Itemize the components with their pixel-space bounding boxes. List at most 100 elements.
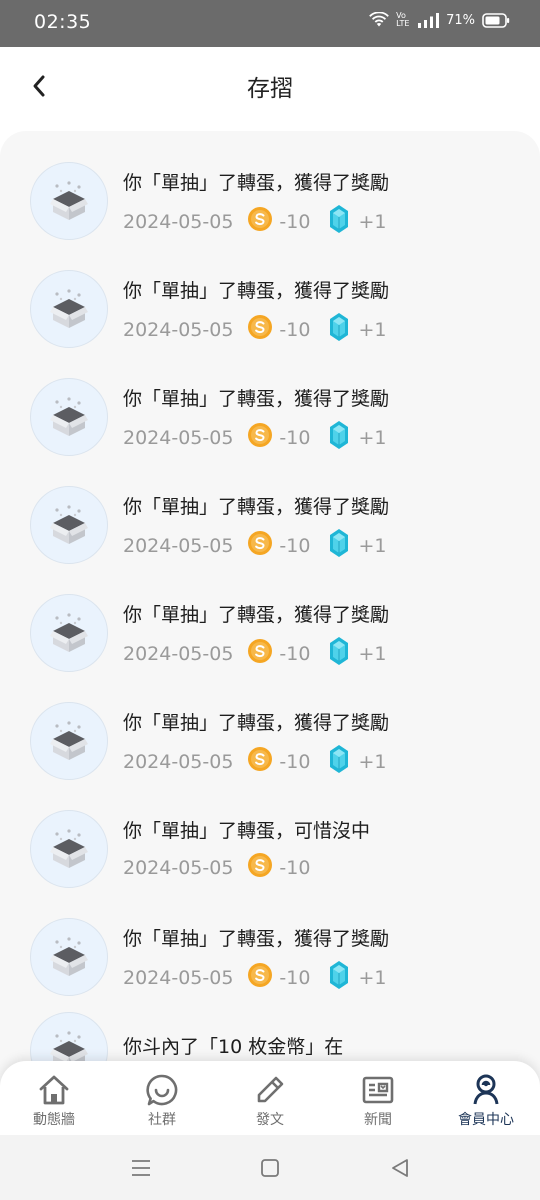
records-list[interactable]: 你「單抽」了轉蛋，獲得了獎勵 2024-05-05 -10 +1 你「單抽」了轉蛋，獲得…	[0, 131, 540, 1131]
home-nav-button[interactable]	[255, 1155, 285, 1181]
record-date: 2024-05-05	[123, 426, 234, 449]
record-item[interactable]: 你「單抽」了轉蛋，獲得了獎勵 2024-05-05 -10 +1	[0, 482, 540, 590]
record-coin-change: -10	[279, 642, 311, 665]
gem-icon	[328, 528, 350, 563]
record-item[interactable]: 你「單抽」了轉蛋，獲得了獎勵 2024-05-05 -10 +1	[0, 374, 540, 482]
status-time: 02:35	[34, 11, 92, 33]
coin-icon	[248, 423, 273, 447]
status-icons: VoLTE 71%	[369, 12, 510, 28]
record-avatar	[30, 810, 108, 888]
record-title: 你斗內了「10 枚金幣」在	[123, 1036, 344, 1058]
gem-icon	[330, 205, 349, 233]
square-icon	[261, 1159, 279, 1177]
record-title: 你「單抽」了轉蛋，獲得了獎勵	[123, 388, 390, 410]
record-avatar	[30, 486, 108, 564]
gem-icon	[328, 744, 350, 779]
gift-box-icon	[50, 289, 88, 328]
gem-icon	[328, 204, 350, 239]
record-avatar	[30, 378, 108, 456]
coin-icon	[248, 853, 273, 877]
gift-box-icon	[50, 505, 88, 544]
coin-icon	[247, 852, 273, 883]
home-icon	[37, 1073, 71, 1107]
record-item[interactable]: 你「單抽」了轉蛋，獲得了獎勵 2024-05-05 -10 +1	[0, 590, 540, 698]
record-coin-change: -10	[279, 856, 311, 879]
signal-icon	[417, 12, 440, 28]
record-gem-change: +1	[358, 318, 387, 341]
chat-icon	[145, 1073, 179, 1107]
gift-box-icon	[50, 397, 88, 436]
triangle-back-icon	[392, 1159, 408, 1177]
record-gem-change: +1	[358, 426, 387, 449]
record-coin-change: -10	[279, 966, 311, 989]
record-meta: 2024-05-05 -10 +1	[123, 636, 386, 671]
tab-dynamic-wall[interactable]: 動態牆	[0, 1061, 108, 1135]
record-item[interactable]: 你「單抽」了轉蛋，獲得了獎勵 2024-05-05 -10 +1	[0, 158, 540, 266]
volte-icon: VoLTE	[396, 11, 410, 28]
header: 存摺	[0, 47, 540, 127]
gift-box-icon	[50, 181, 88, 220]
gem-icon	[328, 636, 350, 671]
record-coin-change: -10	[279, 534, 311, 557]
record-date: 2024-05-05	[123, 966, 234, 989]
battery-icon	[482, 12, 510, 28]
gem-icon	[330, 313, 349, 341]
news-icon	[361, 1073, 395, 1107]
record-item[interactable]: 你「單抽」了轉蛋，可惜沒中 2024-05-05 -10	[0, 806, 540, 914]
page-title: 存摺	[247, 76, 293, 102]
record-avatar	[30, 594, 108, 672]
gem-icon	[330, 421, 349, 449]
record-meta: 2024-05-05 -10 +1	[123, 204, 386, 239]
system-nav-bar	[0, 1135, 540, 1200]
coin-icon	[247, 638, 273, 669]
record-gem-change: +1	[358, 534, 387, 557]
record-gem-change: +1	[358, 210, 387, 233]
tab-label: 新聞	[364, 1112, 392, 1128]
record-avatar	[30, 918, 108, 996]
record-coin-change: -10	[279, 750, 311, 773]
tab-label: 動態牆	[33, 1112, 75, 1128]
record-item[interactable]: 你「單抽」了轉蛋，獲得了獎勵 2024-05-05 -10 +1	[0, 698, 540, 806]
tab-bar: 動態牆 社群 發文 新聞 會員中心	[0, 1061, 540, 1135]
tab-member-center[interactable]: 會員中心	[432, 1061, 540, 1135]
coin-icon	[247, 962, 273, 993]
coin-icon	[248, 207, 273, 231]
record-date: 2024-05-05	[123, 642, 234, 665]
tab-news[interactable]: 新聞	[324, 1061, 432, 1135]
record-title: 你「單抽」了轉蛋，獲得了獎勵	[123, 604, 390, 626]
record-title: 你「單抽」了轉蛋，獲得了獎勵	[123, 172, 390, 194]
record-meta: 2024-05-05 -10 +1	[123, 528, 386, 563]
tab-community[interactable]: 社群	[108, 1061, 216, 1135]
record-date: 2024-05-05	[123, 750, 234, 773]
record-coin-change: -10	[279, 318, 311, 341]
wifi-icon	[369, 12, 389, 28]
record-item[interactable]: 你「單抽」了轉蛋，獲得了獎勵 2024-05-05 -10 +1	[0, 914, 540, 1022]
coin-icon	[247, 422, 273, 453]
coin-icon	[248, 315, 273, 339]
record-gem-change: +1	[358, 750, 387, 773]
tab-post[interactable]: 發文	[216, 1061, 324, 1135]
record-avatar	[30, 702, 108, 780]
record-date: 2024-05-05	[123, 318, 234, 341]
gem-icon	[330, 529, 349, 557]
back-nav-button[interactable]	[385, 1155, 415, 1181]
coin-icon	[248, 639, 273, 663]
coin-icon	[247, 746, 273, 777]
gift-box-icon	[50, 721, 88, 760]
record-item[interactable]: 你「單抽」了轉蛋，獲得了獎勵 2024-05-05 -10 +1	[0, 266, 540, 374]
record-meta: 2024-05-05 -10 +1	[123, 312, 386, 347]
record-title: 你「單抽」了轉蛋，可惜沒中	[123, 820, 371, 842]
gem-icon	[330, 637, 349, 665]
record-coin-change: -10	[279, 210, 311, 233]
record-avatar	[30, 162, 108, 240]
record-coin-change: -10	[279, 426, 311, 449]
record-date: 2024-05-05	[123, 534, 234, 557]
coin-icon	[247, 530, 273, 561]
record-date: 2024-05-05	[123, 210, 234, 233]
pencil-icon	[253, 1073, 287, 1107]
recent-apps-button[interactable]	[126, 1155, 156, 1181]
coin-icon	[248, 531, 273, 555]
record-title: 你「單抽」了轉蛋，獲得了獎勵	[123, 280, 390, 302]
record-title: 你「單抽」了轉蛋，獲得了獎勵	[123, 712, 390, 734]
record-avatar	[30, 270, 108, 348]
